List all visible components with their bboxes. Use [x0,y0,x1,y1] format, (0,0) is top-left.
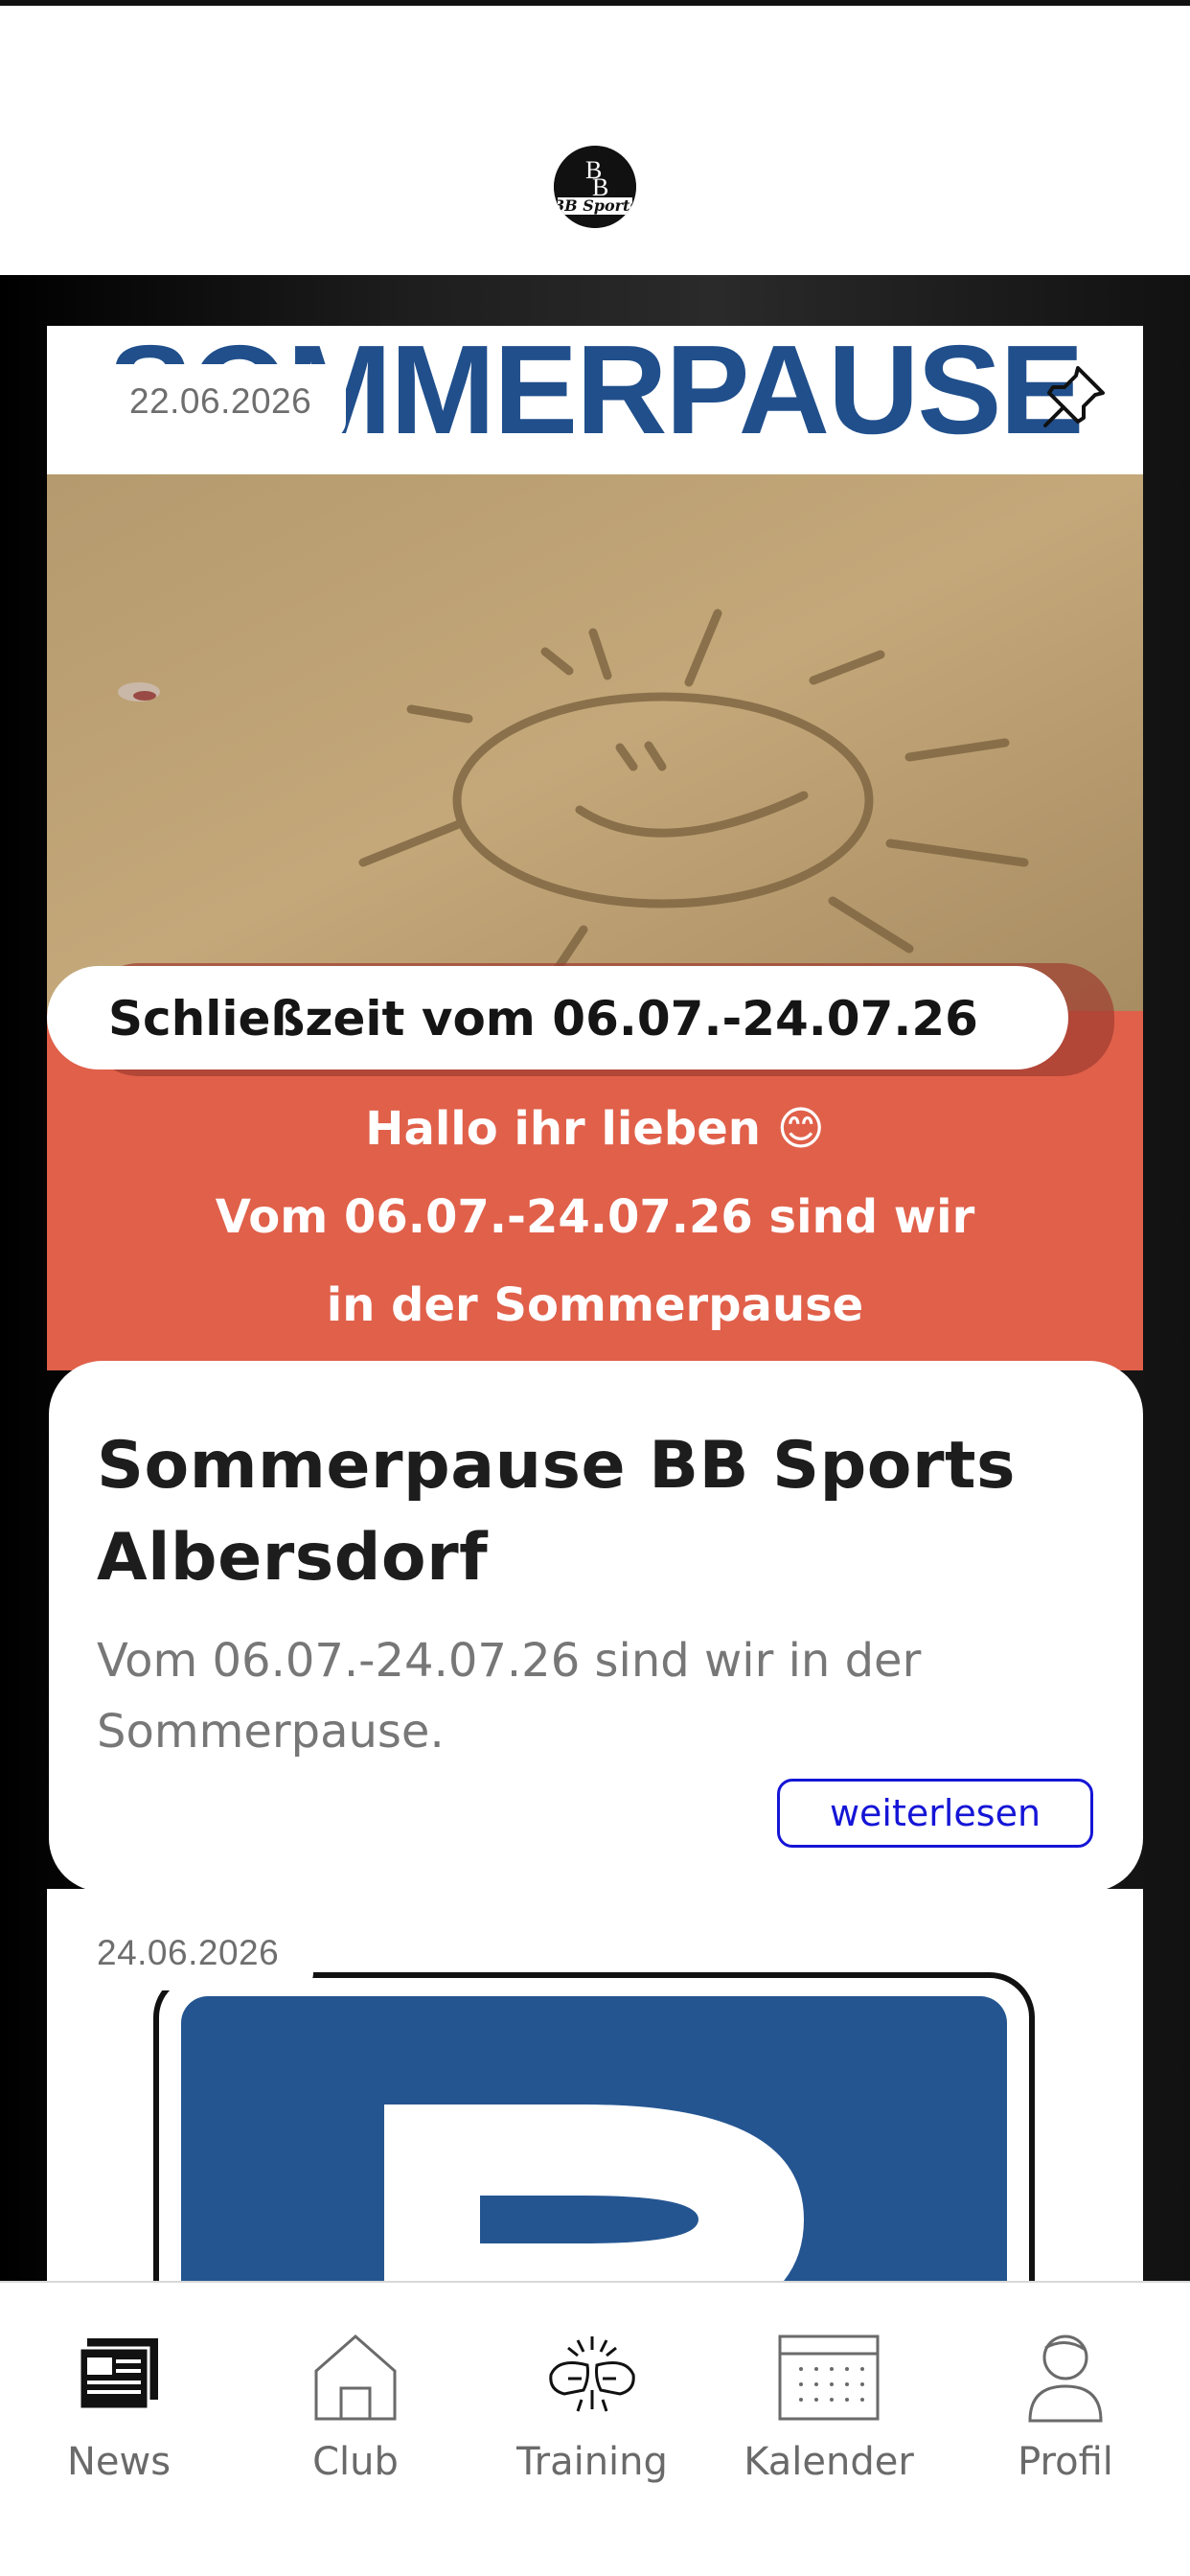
tab-news[interactable]: News [0,2333,238,2486]
image-greeting: Hallo ihr lieben 😊 [365,1102,824,1156]
tab-label: News [66,2440,172,2484]
image-body-line: in der Sommerpause [327,1278,863,1332]
post-title[interactable]: Sommerpause BB Sports Albersdorf [97,1420,1093,1604]
closing-label: Schließzeit vom 06.07.-24.07.26 [108,991,978,1046]
boxing-gloves-icon [549,2336,635,2412]
post-excerpt: Vom 06.07.-24.07.26 sind wir in der Somm… [97,1634,922,1759]
calendar-icon [778,2334,880,2421]
logo-text: BB Sports [554,196,636,215]
tab-label: Training [516,2440,668,2484]
image-body-line: Vom 06.07.-24.07.26 sind wir [216,1190,975,1244]
tab-label: Kalender [744,2440,914,2484]
post-image[interactable]: SOMMERPAUSE Schließzeit vom 06.07.-24.07… [47,326,1143,1370]
house-icon [314,2334,397,2421]
newspaper-icon [78,2338,158,2411]
post-info-panel: Sommerpause BB Sports Albersdorf Vom 06.… [49,1361,1143,1892]
bottom-tab-bar: News Club Training Kalender Profil [0,2281,1190,2576]
news-feed[interactable]: SOMMERPAUSE Schließzeit vom 06.07.-24.07… [0,275,1190,2281]
bb-sports-logo: B B BB Sports [554,146,636,228]
news-card[interactable]: SOMMERPAUSE Schließzeit vom 06.07.-24.07… [47,326,1143,1892]
tab-training[interactable]: Training [473,2333,711,2486]
tab-label: Club [312,2440,399,2484]
tab-label: Profil [1018,2440,1113,2484]
read-more-button[interactable]: weiterlesen [777,1779,1093,1848]
person-icon [1028,2334,1103,2423]
post-date: 24.06.2026 [47,1916,314,1990]
tab-profile[interactable]: Profil [947,2333,1184,2486]
tab-calendar[interactable]: Kalender [710,2333,948,2486]
news-card[interactable]: 24.06.2026 [47,1889,1143,2281]
pin-icon[interactable] [1040,362,1109,431]
tab-club[interactable]: Club [237,2333,474,2486]
app-header: B B BB Sports [0,6,1190,275]
post-date: 22.06.2026 [80,364,347,439]
